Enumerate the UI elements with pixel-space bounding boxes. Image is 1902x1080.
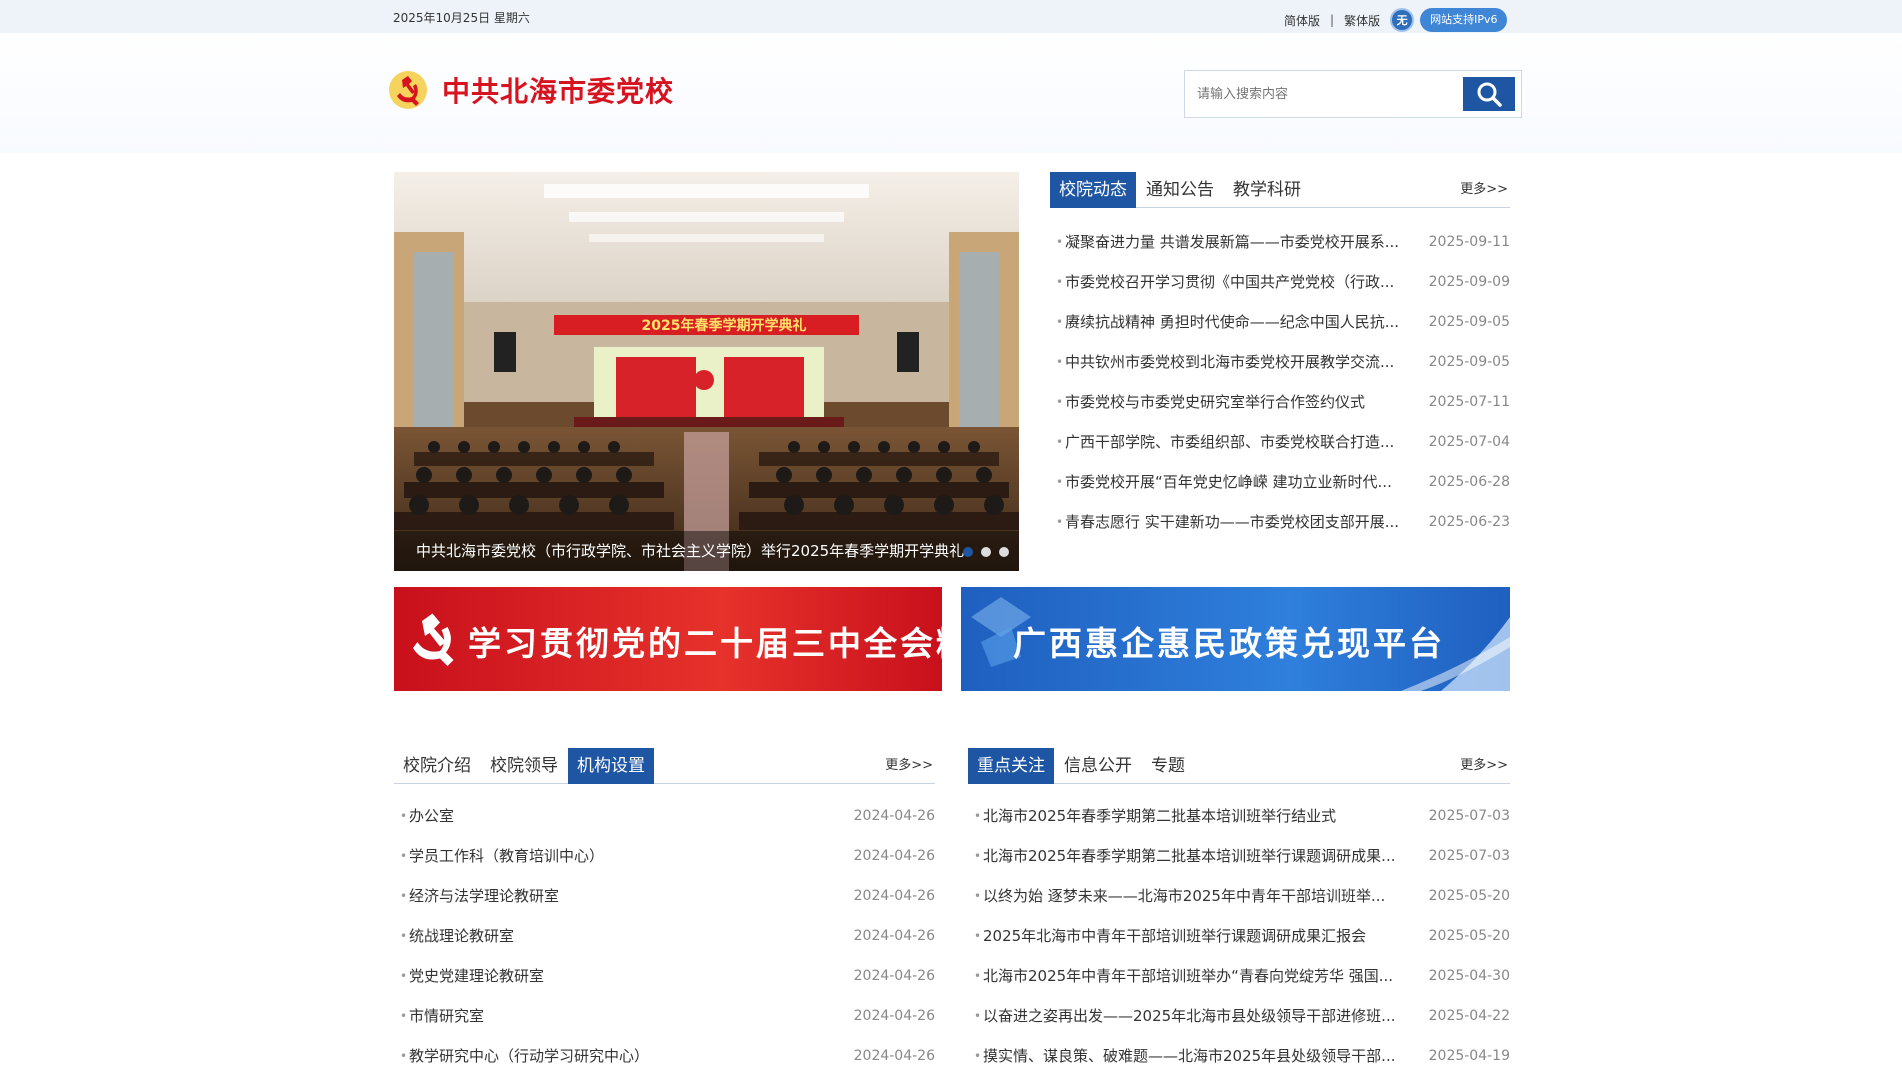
carousel-dots	[963, 547, 1009, 557]
top-bar: 2025年10月25日 星期六 简体版 | 繁体版 无 网站支持IPv6	[0, 0, 1902, 33]
tab-school-intro[interactable]: 校院介绍	[394, 748, 480, 784]
list-item[interactable]: • 市委党校召开学习贯彻《中国共产党党校（行政... 2025-09-09	[1050, 262, 1510, 302]
banner-left-text: 学习贯彻党的二十届三中全会精神	[468, 624, 942, 663]
focus-list: • 北海市2025年春季学期第二批基本培训班举行结业式 2025-07-03 • 北海…	[968, 796, 1510, 1076]
search-button[interactable]	[1463, 77, 1515, 111]
photo-carousel[interactable]: 2025年春季学期开学典礼 中共北海市委党校（市行政学院、市社会主义学院）举行2…	[394, 172, 1019, 571]
carousel-caption[interactable]: 中共北海市委党校（市行政学院、市社会主义学院）举行2025年春季学期开学典礼	[394, 531, 1019, 571]
list-item[interactable]: • 以奋进之姿再出发——2025年北海市县处级领导干部进修班... 2025-04-…	[968, 996, 1510, 1036]
news-tabs: 校院动态 通知公告 教学科研 更多>>	[1050, 172, 1510, 208]
focus-tabs: 重点关注 信息公开 专题 更多>>	[968, 748, 1510, 784]
list-item[interactable]: • 市委党校开展“百年党史忆峥嵘 建功立业新时代... 2025-06-28	[1050, 462, 1510, 502]
list-item[interactable]: • 青春志愿行 实干建新功——市委党校团支部开展... 2025-06-23	[1050, 502, 1510, 542]
party-emblem-icon	[413, 613, 454, 666]
school-list: • 办公室 2024-04-26 • 学员工作科（教育培训中心） 2024-04-26 …	[394, 796, 935, 1076]
list-item[interactable]: • 2025年北海市中青年干部培训班举行课题调研成果汇报会 2025-05-20	[968, 916, 1510, 956]
list-item[interactable]: • 摸实情、谋良策、破难题——北海市2025年县处级领导干部... 2025-04-…	[968, 1036, 1510, 1076]
focus-more-link[interactable]: 更多>>	[1460, 754, 1508, 773]
carousel-dot[interactable]	[999, 547, 1009, 557]
banner-right-text: 广西惠企惠民政策兑现平台	[1013, 624, 1445, 663]
search-box	[1184, 70, 1522, 118]
separator: |	[1330, 13, 1335, 27]
school-more-link[interactable]: 更多>>	[885, 754, 933, 773]
simplified-chinese-link[interactable]: 简体版	[1284, 12, 1320, 29]
list-item[interactable]: • 统战理论教研室 2024-04-26	[394, 916, 935, 956]
ceremony-photo: 2025年春季学期开学典礼	[394, 172, 1019, 571]
tab-teaching-research[interactable]: 教学科研	[1224, 172, 1310, 208]
traditional-chinese-link[interactable]: 繁体版	[1344, 12, 1380, 29]
school-tabs: 校院介绍 校院领导 机构设置 更多>>	[394, 748, 935, 784]
focus-panel: 重点关注 信息公开 专题 更多>> • 北海市2025年春季学期第二批基本培训班举…	[968, 748, 1510, 1076]
school-panel: 校院介绍 校院领导 机构设置 更多>> • 办公室 2024-04-26 • 学员工作…	[394, 748, 935, 1076]
list-item[interactable]: • 党史党建理论教研室 2024-04-26	[394, 956, 935, 996]
tab-notices[interactable]: 通知公告	[1137, 172, 1223, 208]
news-list: • 凝聚奋进力量 共谱发展新篇——市委党校开展系... 2025-09-11 • 市委…	[1050, 222, 1510, 542]
tab-school-news[interactable]: 校院动态	[1050, 172, 1136, 208]
ipv6-badge: 网站支持IPv6	[1420, 8, 1508, 32]
news-more-link[interactable]: 更多>>	[1460, 178, 1508, 197]
banner-third-plenum[interactable]: 学习贯彻党的二十届三中全会精神	[394, 587, 942, 691]
site-logo[interactable]: 中共北海市委党校	[388, 70, 674, 110]
list-item[interactable]: • 北海市2025年春季学期第二批基本培训班举行结业式 2025-07-03	[968, 796, 1510, 836]
list-item[interactable]: • 广西干部学院、市委组织部、市委党校联合打造... 2025-07-04	[1050, 422, 1510, 462]
list-item[interactable]: • 北海市2025年春季学期第二批基本培训班举行课题调研成果... 2025-07-…	[968, 836, 1510, 876]
search-icon	[1477, 82, 1502, 107]
list-item[interactable]: • 凝聚奋进力量 共谱发展新篇——市委党校开展系... 2025-09-11	[1050, 222, 1510, 262]
list-item[interactable]: • 学员工作科（教育培训中心） 2024-04-26	[394, 836, 935, 876]
list-item[interactable]: • 教学研究中心（行动学习研究中心） 2024-04-26	[394, 1036, 935, 1076]
accessibility-icon[interactable]: 无	[1390, 8, 1415, 32]
top-links: 简体版 | 繁体版 无 网站支持IPv6	[1284, 8, 1508, 32]
carousel-dot[interactable]	[963, 547, 973, 557]
tab-school-leaders[interactable]: 校院领导	[481, 748, 567, 784]
list-item[interactable]: • 以终为始 逐梦未来——北海市2025年中青年干部培训班举... 2025-05-…	[968, 876, 1510, 916]
list-item[interactable]: • 中共钦州市委党校到北海市委党校开展教学交流... 2025-09-05	[1050, 342, 1510, 382]
header	[0, 33, 1902, 153]
list-item[interactable]: • 市委党校与市委党史研究室举行合作签约仪式 2025-07-11	[1050, 382, 1510, 422]
tab-key-focus[interactable]: 重点关注	[968, 748, 1054, 784]
tab-organization[interactable]: 机构设置	[568, 748, 654, 784]
banner-policy-platform[interactable]: 广西惠企惠民政策兑现平台	[961, 587, 1510, 691]
list-item[interactable]: • 办公室 2024-04-26	[394, 796, 935, 836]
current-date: 2025年10月25日 星期六	[393, 11, 530, 25]
carousel-dot[interactable]	[981, 547, 991, 557]
site-title: 中共北海市委党校	[442, 75, 675, 108]
search-input[interactable]	[1187, 73, 1463, 115]
stage-banner-text: 2025年春季学期开学典礼	[642, 317, 807, 334]
list-item[interactable]: • 市情研究室 2024-04-26	[394, 996, 935, 1036]
list-item[interactable]: • 经济与法学理论教研室 2024-04-26	[394, 876, 935, 916]
list-item[interactable]: • 北海市2025年中青年干部培训班举办“青春向党绽芳华 强国... 2025-04…	[968, 956, 1510, 996]
tab-information-disclosure[interactable]: 信息公开	[1055, 748, 1141, 784]
list-item[interactable]: • 赓续抗战精神 勇担时代使命——纪念中国人民抗... 2025-09-05	[1050, 302, 1510, 342]
party-emblem-icon	[389, 71, 427, 109]
news-panel: 校院动态 通知公告 教学科研 更多>> • 凝聚奋进力量 共谱发展新篇——市委党校…	[1050, 172, 1510, 542]
tab-special-topics[interactable]: 专题	[1142, 748, 1194, 784]
